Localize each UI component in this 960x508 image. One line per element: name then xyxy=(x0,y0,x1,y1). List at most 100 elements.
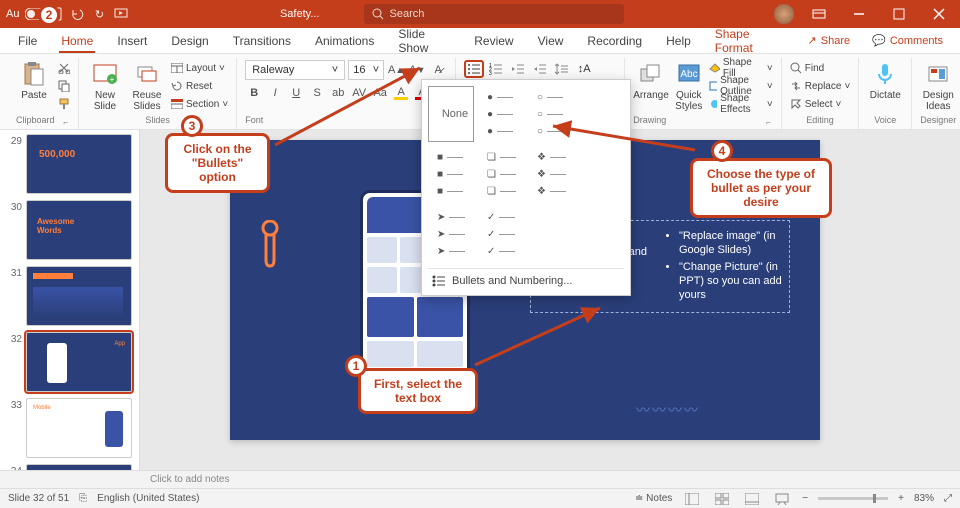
wave-decoration: 〰〰〰〰 xyxy=(636,400,700,420)
slide-counter[interactable]: Slide 32 of 51 xyxy=(8,493,69,504)
tab-help[interactable]: Help xyxy=(656,30,701,52)
font-name-select[interactable]: Raleway˅ xyxy=(245,60,345,80)
tab-animations[interactable]: Animations xyxy=(305,30,384,52)
search-input[interactable] xyxy=(390,8,616,20)
bullet-option-hollow-square[interactable]: ❏❏❏ xyxy=(478,146,524,202)
thumbnail-panel[interactable]: 29500,000 30Awesome Words 31 32App 33Mob… xyxy=(0,130,140,470)
bullet-option-diamond[interactable]: ❖❖❖ xyxy=(528,146,574,202)
minimize-icon[interactable] xyxy=(844,0,874,28)
bullet-item[interactable]: "Replace image" (in Google Slides) xyxy=(679,229,783,258)
drawing-launcher[interactable]: ⌐ xyxy=(764,118,773,127)
title-bar: Au ↻ Safety... xyxy=(0,0,960,28)
format-painter-button[interactable] xyxy=(58,96,70,112)
normal-view-icon[interactable] xyxy=(682,491,702,507)
thumb-30[interactable]: Awesome Words xyxy=(26,200,132,260)
search-box[interactable] xyxy=(364,4,624,24)
close-icon[interactable] xyxy=(924,0,954,28)
user-avatar[interactable] xyxy=(774,4,794,24)
thumb-33[interactable]: Mobile xyxy=(26,398,132,458)
underline-button[interactable]: U xyxy=(287,84,305,102)
tab-home[interactable]: Home xyxy=(51,30,103,52)
shape-effects-button[interactable]: Shape Effects ˅ xyxy=(709,96,773,112)
font-size-select[interactable]: 16˅ xyxy=(348,60,384,80)
layout-button[interactable]: Layout ˅ xyxy=(171,60,228,76)
tab-transitions[interactable]: Transitions xyxy=(223,30,301,52)
comments-button[interactable]: 💬Comments xyxy=(863,31,952,50)
select-button[interactable]: Select ˅ xyxy=(790,96,851,112)
bullet-option-circle[interactable]: ○○○ xyxy=(528,86,574,142)
bullet-option-disc[interactable]: ●●● xyxy=(478,86,524,142)
change-case-button[interactable]: Aa xyxy=(371,84,389,102)
reset-button[interactable]: Reset xyxy=(171,78,228,94)
start-from-beginning-icon[interactable] xyxy=(113,6,129,22)
tab-review[interactable]: Review xyxy=(464,30,523,52)
tab-view[interactable]: View xyxy=(528,30,574,52)
quick-styles-button[interactable]: Abc Quick Styles xyxy=(675,60,703,112)
shape-fill-button[interactable]: Shape Fill ˅ xyxy=(709,60,773,76)
increase-font-icon[interactable]: A▲ xyxy=(387,61,405,79)
clipboard-launcher[interactable]: ⌐ xyxy=(61,118,70,127)
sorter-view-icon[interactable] xyxy=(712,491,732,507)
undo-icon[interactable] xyxy=(69,6,85,22)
thumb-34[interactable] xyxy=(26,464,132,470)
replace-button[interactable]: Replace ˅ xyxy=(790,78,851,94)
tab-recording[interactable]: Recording xyxy=(577,30,652,52)
thumb-32[interactable]: App xyxy=(26,332,132,392)
bullet-option-check[interactable]: ✓✓✓ xyxy=(478,206,524,262)
section-button[interactable]: Section ˅ xyxy=(171,96,228,112)
paste-button[interactable]: Paste xyxy=(16,60,52,101)
shadow-button[interactable]: ab xyxy=(329,84,347,102)
share-button[interactable]: ↗Share xyxy=(799,31,860,50)
increase-indent-icon[interactable] xyxy=(530,60,550,78)
tab-file[interactable]: File xyxy=(8,30,47,52)
zoom-level[interactable]: 83% xyxy=(914,493,934,504)
new-slide-button[interactable]: + New Slide xyxy=(87,60,123,112)
copy-button[interactable] xyxy=(58,78,70,94)
zoom-in-icon[interactable]: + xyxy=(898,493,904,504)
tab-slideshow[interactable]: Slide Show xyxy=(388,23,460,59)
bullet-option-square[interactable]: ■■■ xyxy=(428,146,474,202)
accessibility-icon[interactable]: ⎘ xyxy=(79,493,87,504)
annotation-callout-3: Click on the "Bullets" option xyxy=(165,133,270,193)
slideshow-view-icon[interactable] xyxy=(772,491,792,507)
bold-button[interactable]: B xyxy=(245,84,263,102)
clear-formatting-icon[interactable]: A̷ xyxy=(429,61,447,79)
italic-button[interactable]: I xyxy=(266,84,284,102)
design-ideas-button[interactable]: Design Ideas xyxy=(920,60,956,112)
redo-icon[interactable]: ↻ xyxy=(91,6,107,22)
reuse-slides-button[interactable]: Reuse Slides xyxy=(129,60,165,112)
thumb-29[interactable]: 500,000 xyxy=(26,134,132,194)
find-button[interactable]: Find xyxy=(790,60,851,76)
shape-outline-button[interactable]: Shape Outline ˅ xyxy=(709,78,773,94)
ribbon-display-icon[interactable] xyxy=(804,0,834,28)
numbering-button[interactable]: 123 xyxy=(486,60,506,78)
zoom-slider[interactable] xyxy=(818,497,888,500)
notes-pane[interactable]: Click to add notes xyxy=(0,470,960,488)
bullets-button[interactable] xyxy=(464,60,484,78)
char-spacing-button[interactable]: AV xyxy=(350,84,368,102)
zoom-out-icon[interactable]: − xyxy=(802,493,808,504)
notes-toggle[interactable]: ≐ Notes xyxy=(635,493,672,504)
group-clipboard: Paste Clipboard⌐ xyxy=(8,58,79,129)
text-direction-icon[interactable]: ↕A xyxy=(574,60,594,78)
bullet-item[interactable]: "Change Picture" (in PPT) so you can add… xyxy=(679,260,783,303)
tab-design[interactable]: Design xyxy=(161,30,218,52)
decrease-indent-icon[interactable] xyxy=(508,60,528,78)
tab-shape-format[interactable]: Shape Format xyxy=(705,23,791,59)
reading-view-icon[interactable] xyxy=(742,491,762,507)
dictate-button[interactable]: Dictate xyxy=(867,60,903,101)
highlight-color-button[interactable]: A xyxy=(392,84,410,102)
strike-button[interactable]: S xyxy=(308,84,326,102)
decrease-font-icon[interactable]: A▼ xyxy=(408,61,426,79)
arrange-button[interactable]: Arrange xyxy=(633,60,669,101)
line-spacing-icon[interactable] xyxy=(552,60,572,78)
thumb-31[interactable] xyxy=(26,266,132,326)
fit-to-window-icon[interactable]: ⤢ xyxy=(944,493,952,504)
bullet-option-none[interactable]: None xyxy=(428,86,474,142)
maximize-icon[interactable] xyxy=(884,0,914,28)
bullets-and-numbering-link[interactable]: Bullets and Numbering... xyxy=(428,269,624,289)
bullet-option-arrow[interactable]: ➤➤➤ xyxy=(428,206,474,262)
cut-button[interactable] xyxy=(58,60,70,76)
language-status[interactable]: English (United States) xyxy=(97,493,199,504)
tab-insert[interactable]: Insert xyxy=(107,30,157,52)
